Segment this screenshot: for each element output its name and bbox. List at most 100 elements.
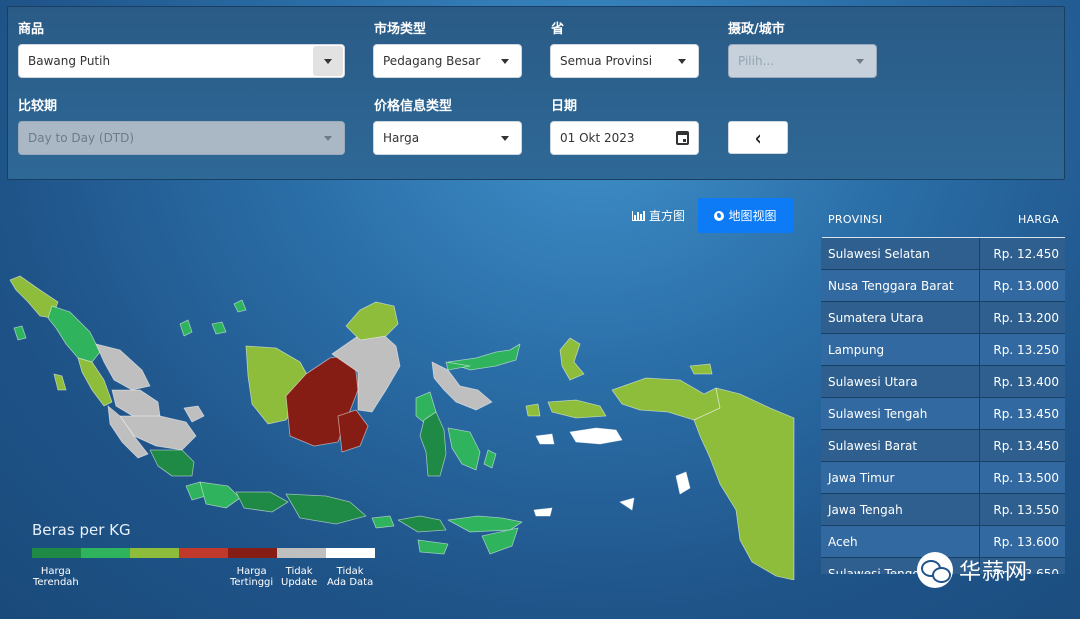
price-column-header[interactable]: HARGA [1018,213,1059,226]
province-cell: Sulawesi Selatan [821,238,980,269]
table-row[interactable]: Sulawesi Tengah Rp. 13.450 [821,398,1065,430]
chevron-down-icon [678,59,686,64]
province-bangka-belitung[interactable] [183,405,205,423]
market-type-value: Pedagang Besar [383,54,481,68]
province-cell: Sumatera Utara [821,302,980,333]
chevron-down-icon [324,59,332,64]
price-table-header: PROVINSI HARGA [822,202,1065,238]
province-cell: Nusa Tenggara Barat [821,270,980,301]
table-row[interactable]: Sumatera Utara Rp. 13.200 [821,302,1065,334]
province-cell: Sulawesi Barat [821,430,980,461]
date-input[interactable]: 01 Okt 2023 [550,121,699,155]
city-label: 摄政/城市 [728,22,785,37]
price-cell: Rp. 13.250 [993,342,1059,357]
province-cell: Lampung [821,334,980,365]
calendar-icon[interactable] [676,131,689,145]
province-sumatera-utara[interactable] [47,305,101,363]
province-jawa-barat[interactable] [199,481,241,509]
table-row[interactable]: Sulawesi Barat Rp. 13.450 [821,430,1065,462]
table-row[interactable]: Nusa Tenggara Barat Rp. 13.000 [821,270,1065,302]
price-cell: Rp. 13.550 [993,502,1059,517]
price-cell: Rp. 13.200 [993,310,1059,325]
province-jambi[interactable] [111,389,161,419]
chevron-down-icon [501,136,509,141]
province-select[interactable]: Semua Provinsi [550,44,699,78]
island-tanimbar [675,471,691,495]
province-column-header[interactable]: PROVINSI [828,213,882,226]
province-papua[interactable] [693,387,795,580]
table-row[interactable]: Jawa Tengah Rp. 13.550 [821,494,1065,526]
bar-chart-view-button[interactable]: 直方图 [626,198,691,233]
legend-swatch-highest [228,548,277,558]
legend-label-highest-line2: Tertinggi [230,577,274,588]
legend-label-lowest-line1: Harga [40,566,71,577]
commodity-select[interactable]: Bawang Putih [18,44,345,78]
province-ntb[interactable] [397,515,447,533]
province-lampung[interactable] [149,449,195,477]
price-cell: Rp. 13.000 [993,278,1059,293]
legend-label-lowest: Harga Terendah [33,566,79,588]
island-mentawai [53,373,67,391]
compare-period-value: Day to Day (DTD) [28,131,135,145]
province-cell: Jawa Timur [821,462,980,493]
table-row[interactable]: Sulawesi Selatan Rp. 12.450 [821,238,1065,270]
province-kepulauan-riau[interactable] [179,299,247,337]
island-wetar [533,507,553,517]
price-table-body[interactable]: Sulawesi Selatan Rp. 12.450 Nusa Tenggara … [821,238,1065,574]
province-maluku-tenggara[interactable] [535,427,623,445]
province-maluku-utara[interactable] [559,337,585,381]
commodity-dropdown-toggle[interactable] [313,46,343,76]
chevron-left-icon: ‹ [754,125,762,150]
province-label: 省 [551,22,565,37]
province-cell: Sulawesi Tengah [821,398,980,429]
legend-swatch-high [179,548,228,558]
table-row[interactable]: Lampung Rp. 13.250 [821,334,1065,366]
price-info-type-value: Harga [383,131,420,145]
market-type-label: 市场类型 [374,22,427,37]
legend-label-no-data-line2: Ada Data [327,577,374,588]
commodity-value: Bawang Putih [28,54,111,68]
table-row[interactable]: Jawa Timur Rp. 13.500 [821,462,1065,494]
province-kalimantan-selatan[interactable] [337,409,369,453]
province-bali[interactable] [371,515,395,529]
province-value: Semua Provinsi [560,54,653,68]
province-maluku[interactable] [525,399,607,419]
back-button[interactable]: ‹ [728,121,788,154]
legend-label-no-update-line1: Tidak [285,566,313,577]
legend-label-lowest-line2: Terendah [33,577,79,588]
bar-chart-view-label: 直方图 [649,209,686,223]
legend-label-no-data-line1: Tidak [336,566,364,577]
province-papua-barat[interactable] [611,377,721,421]
map-view-button[interactable]: 地图视图 [698,198,793,233]
price-info-type-select[interactable]: Harga [373,121,522,155]
province-jawa-timur[interactable] [285,493,367,525]
province-sulawesi-tengah[interactable] [431,361,493,411]
chevron-down-icon [324,136,332,141]
province-sulawesi-tenggara[interactable] [447,427,497,471]
globe-icon [714,210,725,221]
province-cell: Sulawesi Utara [821,366,980,397]
price-cell: Rp. 12.450 [993,246,1059,261]
island-nias [13,325,27,341]
price-cell: Rp. 13.450 [993,438,1059,453]
legend-label-no-data: Tidak Ada Data [327,566,373,588]
province-jawa-tengah[interactable] [235,491,289,513]
wechat-logo-icon [917,552,953,588]
legend-label-no-update-line2: Update [281,577,318,588]
table-row[interactable]: Sulawesi Utara Rp. 13.400 [821,366,1065,398]
island-babar [619,497,635,511]
compare-period-label: 比较期 [18,99,58,114]
province-cell: Jawa Tengah [821,494,980,525]
province-sulawesi-selatan[interactable] [419,411,447,477]
legend-label-highest-line1: Harga [236,566,267,577]
price-cell: Rp. 13.400 [993,374,1059,389]
price-cell: Rp. 13.450 [993,406,1059,421]
province-kalimantan-utara[interactable] [345,301,399,341]
island-biak [689,363,713,375]
legend-swatch-low [81,548,130,558]
price-info-type-label: 价格信息类型 [374,99,453,114]
market-type-select[interactable]: Pedagang Besar [373,44,522,78]
city-select[interactable]: Pilih... [728,44,877,78]
compare-period-select[interactable]: Day to Day (DTD) [18,121,345,155]
legend-title: Beras per KG [32,521,131,539]
